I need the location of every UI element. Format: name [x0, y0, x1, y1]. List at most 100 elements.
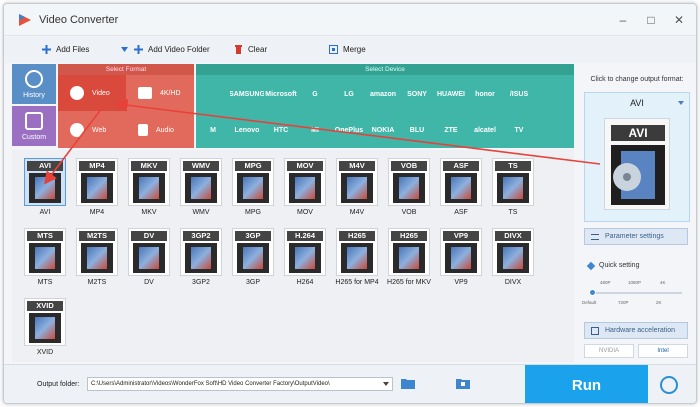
device-brand[interactable]: NOKIA — [366, 112, 400, 148]
hardware-acceleration-button[interactable]: Hardware acceleration — [584, 322, 688, 339]
tab-video-label: Video — [92, 89, 110, 97]
format-item[interactable]: H265 H265 for MP4 — [332, 224, 384, 292]
merge-label: Merge — [343, 45, 366, 54]
chevron-down-icon[interactable] — [383, 382, 389, 386]
format-item[interactable]: ASF ASF — [436, 154, 488, 222]
device-brand[interactable]: honor — [468, 76, 502, 112]
alarm-clock-icon[interactable] — [660, 376, 678, 394]
device-brand[interactable]: SONY — [400, 76, 434, 112]
add-video-folder-button[interactable]: Add Video Folder — [120, 45, 210, 54]
format-name: MTS — [37, 279, 53, 286]
device-brand[interactable]: OnePlus — [332, 112, 366, 148]
device-brand[interactable]: /ISUS — [502, 76, 536, 112]
film-icon — [497, 173, 529, 203]
add-files-button[interactable]: Add Files — [42, 45, 89, 54]
format-item[interactable]: VP9 VP9 — [436, 224, 488, 292]
device-brand[interactable]: HUAWEI — [434, 76, 468, 112]
format-item[interactable]: DV DV — [124, 224, 176, 292]
tab-audio[interactable]: Audio — [126, 112, 194, 148]
format-item[interactable]: MP4 MP4 — [72, 154, 124, 222]
tick-1080p: 1080P — [628, 280, 642, 285]
format-tile-icon: TS — [492, 158, 534, 206]
window-title: Video Converter — [39, 13, 119, 26]
format-item[interactable]: AVI AVI — [20, 154, 72, 222]
output-folder-value: C:\Users\Administrator\Videos\WonderFox … — [91, 381, 330, 387]
device-brand[interactable]: MI — [298, 112, 332, 148]
clear-label: Clear — [248, 45, 268, 54]
tab-4k-hd[interactable]: 4K/HD — [126, 75, 194, 111]
device-brand[interactable]: SAMSUNG — [230, 76, 264, 112]
format-item[interactable]: MPG MPG — [228, 154, 280, 222]
film-icon — [185, 173, 217, 203]
format-tile-icon: VOB — [388, 158, 430, 206]
format-item[interactable]: TS TS — [488, 154, 540, 222]
maximize-button[interactable]: □ — [644, 13, 658, 27]
intel-option[interactable]: Intel — [638, 344, 688, 358]
tab-web-label: Web — [92, 126, 107, 134]
format-tag: H265 — [391, 231, 427, 241]
format-item[interactable]: M2TS M2TS — [72, 224, 124, 292]
device-brand[interactable]: HTC — [264, 112, 298, 148]
parameter-settings-button[interactable]: Parameter settings — [584, 228, 688, 245]
format-tag: H265 — [339, 231, 375, 241]
4k-icon — [138, 87, 152, 99]
quality-slider[interactable] — [589, 289, 682, 296]
custom-tab[interactable]: Custom — [12, 106, 56, 146]
close-button[interactable]: ✕ — [672, 13, 686, 27]
open-folder-button[interactable] — [456, 377, 470, 389]
run-button[interactable]: Run — [525, 365, 648, 403]
format-item[interactable]: H265 H265 for MKV — [384, 224, 436, 292]
device-brand[interactable] — [536, 76, 570, 112]
format-tile-icon: XVID — [24, 298, 66, 346]
hardware-acceleration-label: Hardware acceleration — [605, 327, 676, 334]
output-format-name: AVI — [630, 98, 644, 108]
format-item[interactable]: MTS MTS — [20, 224, 72, 292]
output-format-selector[interactable]: AVI AVI — [584, 92, 690, 222]
device-brand[interactable]: ZTE — [434, 112, 468, 148]
format-item[interactable]: XVID XVID — [20, 294, 72, 362]
format-item[interactable]: WMV WMV — [176, 154, 228, 222]
format-item[interactable]: 3GP 3GP — [228, 224, 280, 292]
device-brand[interactable] — [536, 112, 570, 148]
device-brand[interactable]: amazon — [366, 76, 400, 112]
format-tag: MPG — [235, 161, 271, 171]
output-folder-label: Output folder: — [37, 381, 80, 388]
format-item[interactable]: H.264 H264 — [280, 224, 332, 292]
device-brand[interactable]: Microsoft — [264, 76, 298, 112]
browse-folder-button[interactable] — [401, 377, 415, 389]
merge-button[interactable]: Merge — [329, 45, 366, 54]
parameter-settings-label: Parameter settings — [605, 233, 664, 240]
speaker-icon — [138, 124, 148, 136]
format-tag: M2TS — [79, 231, 115, 241]
device-brand[interactable]: M — [196, 112, 230, 148]
film-icon — [133, 173, 165, 203]
format-item[interactable]: MOV MOV — [280, 154, 332, 222]
format-name: VP9 — [454, 279, 468, 286]
film-icon — [29, 313, 61, 343]
film-icon — [237, 243, 269, 273]
format-item[interactable]: M4V M4V — [332, 154, 384, 222]
device-brand[interactable]: LG — [332, 76, 366, 112]
format-item[interactable]: VOB VOB — [384, 154, 436, 222]
device-brand[interactable]: TV — [502, 112, 536, 148]
title-bar: Video Converter – □ ✕ — [4, 4, 696, 36]
device-brand[interactable]: BLU — [400, 112, 434, 148]
format-tile-icon: 3GP2 — [180, 228, 222, 276]
quality-slider-knob[interactable] — [589, 289, 596, 296]
minimize-button[interactable]: – — [616, 13, 630, 27]
format-item[interactable]: MKV MKV — [124, 154, 176, 222]
tab-web[interactable]: Web — [58, 112, 126, 148]
tab-video[interactable]: Video — [58, 75, 126, 111]
format-item[interactable]: 3GP2 3GP2 — [176, 224, 228, 292]
clear-button[interactable]: Clear — [234, 45, 267, 54]
nvidia-option[interactable]: NVIDIA — [584, 344, 634, 358]
format-name: M2TS — [87, 279, 107, 286]
device-brand[interactable]: Lenovo — [230, 112, 264, 148]
device-brand[interactable]: alcatel — [468, 112, 502, 148]
device-brand[interactable] — [196, 76, 230, 112]
history-tab[interactable]: History — [12, 64, 56, 104]
format-item[interactable]: DIVX DIVX — [488, 224, 540, 292]
output-folder-field[interactable]: C:\Users\Administrator\Videos\WonderFox … — [87, 377, 393, 391]
format-name: WMV — [192, 209, 210, 216]
device-brand[interactable]: G — [298, 76, 332, 112]
